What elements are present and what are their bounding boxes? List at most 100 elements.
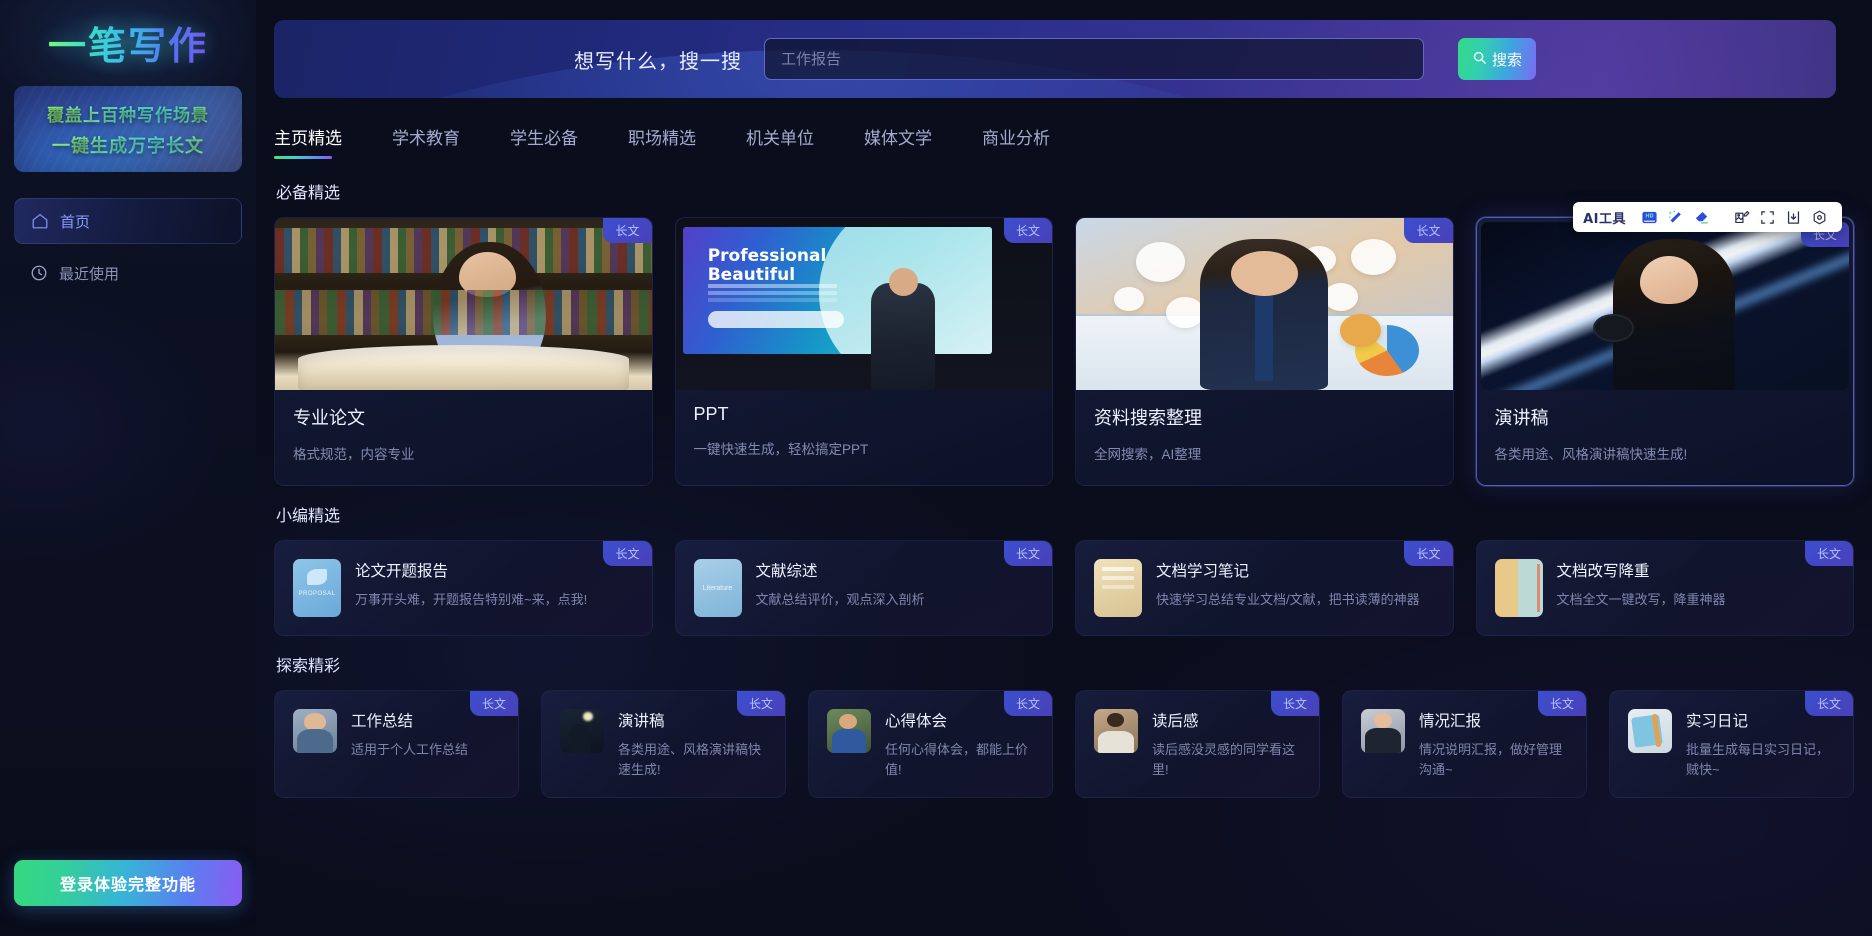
app-logo[interactable]: 一笔写作 bbox=[0, 0, 256, 78]
status-badge: 长文 bbox=[469, 691, 518, 716]
tab-student[interactable]: 学生必备 bbox=[510, 124, 606, 163]
status-badge: 长文 bbox=[1003, 691, 1052, 716]
search-icon bbox=[1472, 50, 1487, 69]
section-title-essential: 必备精选 bbox=[276, 185, 341, 202]
sidebar-item-home-label: 首页 bbox=[60, 213, 91, 231]
search-button-label: 搜索 bbox=[1491, 51, 1522, 69]
banner-section: 想写什么，搜一搜 搜索 bbox=[256, 20, 1872, 98]
status-badge: 长文 bbox=[1003, 541, 1052, 566]
editor-card-row: 长文 PROPOSAL 论文开题报告 万事开头难，开题报告特别难~来，点我! 长… bbox=[274, 540, 1854, 636]
small-card-insight[interactable]: 长文 心得体会 任何心得体会，都能上价值! bbox=[808, 690, 1053, 798]
card-description: 全网搜索，AI整理 bbox=[1094, 447, 1202, 462]
card-description: 一键快速生成，轻松搞定PPT bbox=[693, 442, 869, 457]
tab-academic[interactable]: 学术教育 bbox=[392, 124, 488, 163]
section-editor-picks: 小编精选 长文 PROPOSAL 论文开题报告 万事开头难，开题报告特别难~来，… bbox=[256, 502, 1872, 636]
promo-line-2: 一键生成万字长文 bbox=[52, 132, 204, 158]
card-title: 专业论文 bbox=[293, 408, 365, 428]
card-thumbnail-library bbox=[275, 218, 652, 390]
small-card-literature-review[interactable]: 长文 Literature 文献综述 文献总结评价，观点深入剖析 bbox=[674, 540, 1053, 636]
small-card-book-report[interactable]: 长文 读后感 读后感没灵感的同学看这里! bbox=[1075, 690, 1320, 798]
sidebar: 一笔写作 覆盖上百种写作场景 一键生成万字长文 首页 最近使用 登录体验完整功能 bbox=[0, 0, 256, 936]
status-badge: 长文 bbox=[1404, 541, 1453, 566]
card-description: 快速学习总结专业文档/文献，把书读薄的神器 bbox=[1156, 592, 1420, 607]
image-edit-icon[interactable] bbox=[1728, 204, 1754, 230]
crop-icon[interactable] bbox=[1754, 204, 1780, 230]
download-icon[interactable] bbox=[1780, 204, 1806, 230]
hd-icon[interactable]: HD bbox=[1636, 204, 1662, 230]
card-thumbnail-literature: Literature bbox=[693, 559, 742, 617]
card-thumbnail-insight bbox=[827, 709, 871, 753]
login-button[interactable]: 登录体验完整功能 bbox=[14, 860, 242, 906]
tab-workplace[interactable]: 职场精选 bbox=[628, 124, 724, 163]
status-badge: 长文 bbox=[1404, 218, 1453, 243]
status-badge: 长文 bbox=[736, 691, 785, 716]
card-description: 任何心得体会，都能上价值! bbox=[885, 742, 1029, 777]
sidebar-item-recent-label: 最近使用 bbox=[59, 265, 120, 283]
card-thumbnail-read bbox=[1094, 709, 1138, 753]
small-card-situation-report[interactable]: 长文 情况汇报 情况说明汇报，做好管理沟通~ bbox=[1342, 690, 1587, 798]
small-card-proposal[interactable]: 长文 PROPOSAL 论文开题报告 万事开头难，开题报告特别难~来，点我! bbox=[274, 540, 653, 636]
feature-card-ppt[interactable]: 长文 Professional Beautiful PPT 一键快速生成，轻松搞… bbox=[674, 217, 1053, 486]
sidebar-nav: 首页 最近使用 bbox=[0, 198, 256, 296]
feature-card-thesis[interactable]: 长文 专业论文 格式规范，内容专业 bbox=[274, 217, 653, 486]
card-title: 文献综述 bbox=[755, 563, 818, 580]
card-description: 格式规范，内容专业 bbox=[293, 447, 415, 462]
sidebar-item-home[interactable]: 首页 bbox=[14, 198, 242, 244]
home-icon bbox=[31, 212, 49, 230]
search-input[interactable] bbox=[781, 50, 1407, 68]
tab-business-analysis[interactable]: 商业分析 bbox=[982, 124, 1078, 163]
eraser-icon[interactable] bbox=[1688, 204, 1714, 230]
settings-icon[interactable] bbox=[1806, 204, 1832, 230]
clock-icon bbox=[30, 264, 48, 282]
status-badge: 长文 bbox=[603, 541, 652, 566]
card-title: 文档改写降重 bbox=[1556, 563, 1650, 580]
small-card-internship-diary[interactable]: 长文 实习日记 批量生成每日实习日记，贼快~ bbox=[1609, 690, 1854, 798]
svg-text:HD: HD bbox=[1645, 213, 1653, 219]
card-thumbnail-note bbox=[1094, 559, 1142, 617]
card-description: 情况说明汇报，做好管理沟通~ bbox=[1419, 742, 1563, 777]
card-description: 文档全文一键改写，降重神器 bbox=[1556, 592, 1726, 607]
sidebar-item-recent[interactable]: 最近使用 bbox=[14, 250, 242, 296]
status-badge: 长文 bbox=[1804, 691, 1853, 716]
search-box[interactable] bbox=[764, 38, 1424, 80]
ai-tools-label: AI工具 bbox=[1583, 211, 1626, 227]
card-thumbnail-data bbox=[1076, 218, 1453, 390]
promo-banner: 覆盖上百种写作场景 一键生成万字长文 bbox=[14, 86, 242, 172]
main-content: 想写什么，搜一搜 搜索 主页精选 学术 bbox=[256, 0, 1872, 936]
card-title: PPT bbox=[693, 404, 729, 424]
card-description: 文献总结评价，观点深入剖析 bbox=[755, 592, 925, 607]
search-banner: 想写什么，搜一搜 搜索 bbox=[274, 20, 1836, 98]
small-card-rewrite[interactable]: 长文 文档改写降重 文档全文一键改写，降重神器 bbox=[1475, 540, 1854, 636]
search-button[interactable]: 搜索 bbox=[1458, 38, 1536, 80]
card-thumbnail-report bbox=[1361, 709, 1405, 753]
feature-card-speech[interactable]: 长文 演讲稿 各类用途、风格演讲稿快速生成! bbox=[1475, 217, 1854, 486]
card-description: 各类用途、风格演讲稿快速生成! bbox=[618, 742, 762, 777]
tab-media-literature[interactable]: 媒体文学 bbox=[864, 124, 960, 163]
card-description: 读后感没灵感的同学看这里! bbox=[1152, 742, 1296, 777]
tab-home-featured[interactable]: 主页精选 bbox=[274, 124, 370, 163]
login-area: 登录体验完整功能 bbox=[0, 860, 256, 906]
ai-tools-toolbar[interactable]: AI工具 HD bbox=[1573, 202, 1842, 232]
status-badge: 长文 bbox=[1003, 218, 1052, 243]
card-description: 各类用途、风格演讲稿快速生成! bbox=[1494, 447, 1688, 462]
section-explore: 探索精彩 长文 工作总结 适用于个人工作总结 长文 演讲稿 各类用途、风格演讲稿… bbox=[256, 652, 1872, 798]
small-card-study-notes[interactable]: 长文 文档学习笔记 快速学习总结专业文档/文献，把书读薄的神器 bbox=[1075, 540, 1454, 636]
magic-wand-icon[interactable] bbox=[1662, 204, 1688, 230]
status-badge: 长文 bbox=[1804, 541, 1853, 566]
card-thumbnail-diary bbox=[1628, 709, 1672, 753]
tab-government[interactable]: 机关单位 bbox=[746, 124, 842, 163]
status-badge: 长文 bbox=[603, 218, 652, 243]
explore-card-row: 长文 工作总结 适用于个人工作总结 长文 演讲稿 各类用途、风格演讲稿快速生成! bbox=[274, 690, 1854, 798]
category-tabs: 主页精选 学术教育 学生必备 职场精选 机关单位 媒体文学 商业分析 bbox=[256, 98, 1872, 163]
small-card-work-summary[interactable]: 长文 工作总结 适用于个人工作总结 bbox=[274, 690, 519, 798]
app-root: 一笔写作 覆盖上百种写作场景 一键生成万字长文 首页 最近使用 登录体验完整功能… bbox=[0, 0, 1872, 936]
card-title: 资料搜索整理 bbox=[1094, 408, 1202, 428]
card-title: 演讲稿 bbox=[1494, 408, 1549, 428]
feature-card-research[interactable]: 长文 资料搜索整理 全网搜索，AI整理 bbox=[1075, 217, 1454, 486]
status-badge: 长文 bbox=[1270, 691, 1319, 716]
card-thumbnail-work bbox=[293, 709, 337, 753]
app-logo-text: 一笔写作 bbox=[37, 8, 219, 76]
card-thumbnail-ppt: Professional Beautiful bbox=[675, 218, 1052, 390]
feature-card-row: 长文 专业论文 格式规范，内容专业 长文 Professional Beauti… bbox=[274, 217, 1854, 486]
small-card-speech[interactable]: 长文 演讲稿 各类用途、风格演讲稿快速生成! bbox=[541, 690, 786, 798]
